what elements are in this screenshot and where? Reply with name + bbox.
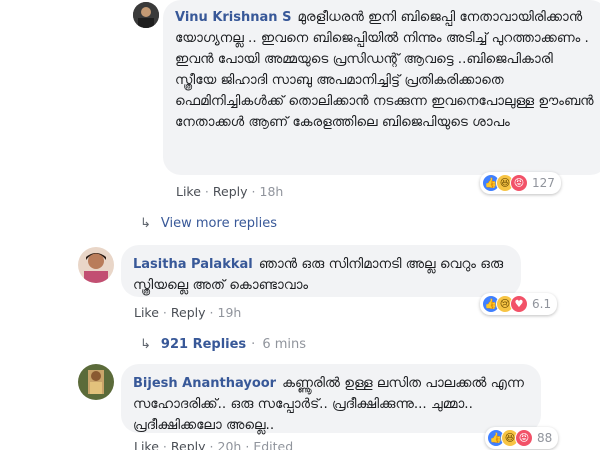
reply-link[interactable]: Reply — [171, 305, 206, 320]
separator: · — [245, 439, 250, 450]
comment-bubble: Vinu Krishnan S മുരളീധരൻ ഇനി ബിജെപ്പി നേത… — [163, 0, 600, 175]
angry-icon: 😡 — [515, 429, 533, 447]
comment-author[interactable]: Bijesh Ananthayoor — [133, 376, 276, 391]
reaction-count: 127 — [532, 176, 555, 190]
comment-author[interactable]: Vinu Krishnan S — [175, 10, 291, 25]
avatar[interactable] — [78, 364, 114, 400]
love-icon: ♥ — [510, 295, 528, 313]
edited-label[interactable]: Edited — [253, 439, 293, 450]
reply-arrow-icon: ↳ — [140, 216, 151, 231]
reaction-count: 88 — [537, 431, 553, 445]
comment-time[interactable]: 19h — [218, 305, 242, 320]
avatar[interactable] — [133, 2, 159, 28]
reaction-summary[interactable]: 👍 😆 😡 127 — [480, 172, 561, 194]
comment-actions: Like · Reply · 19h — [134, 305, 241, 320]
separator: · — [204, 184, 209, 199]
like-link[interactable]: Like — [134, 439, 159, 450]
comment-actions: Like · Reply · 20h · Edited — [134, 439, 293, 450]
view-more-label: View more replies — [160, 216, 277, 231]
avatar-photo — [78, 247, 114, 283]
separator: · — [162, 439, 167, 450]
view-more-replies[interactable]: ↳ View more replies — [140, 216, 277, 231]
replies-time: 6 mins — [262, 337, 307, 352]
reply-link[interactable]: Reply — [171, 439, 206, 450]
reply-arrow-icon: ↳ — [140, 337, 151, 352]
separator: · — [209, 305, 214, 320]
separator: · — [251, 184, 256, 199]
like-link[interactable]: Like — [176, 184, 201, 199]
comment-text: Lasitha Palakkal ഞാൻ ഒരു സിനിമാനടി അല്ല വ… — [133, 256, 503, 293]
separator: · — [209, 439, 214, 450]
avatar[interactable] — [78, 247, 114, 283]
angry-icon: 😡 — [510, 174, 528, 192]
reply-link[interactable]: Reply — [213, 184, 248, 199]
avatar-photo — [78, 364, 114, 400]
separator: · — [251, 337, 256, 352]
avatar-photo — [133, 2, 159, 28]
comment-text: Vinu Krishnan S മുരളീധരൻ ഇനി ബിജെപ്പി നേത… — [175, 9, 594, 130]
comment-body: മുരളീധരൻ ഇനി ബിജെപ്പി നേതാവായിരിക്കാൻ യോ… — [175, 9, 594, 130]
comment-time[interactable]: 18h — [260, 184, 284, 199]
like-link[interactable]: Like — [134, 305, 159, 320]
comment-text: Bijesh Ananthayoor കണ്ണൂരിൽ ഉള്ള ലസിത പാല… — [133, 375, 524, 433]
comment-time[interactable]: 20h — [218, 439, 242, 450]
comment-actions: Like · Reply · 18h — [176, 184, 283, 199]
separator: · — [162, 305, 167, 320]
comment-thread: Vinu Krishnan S മുരളീധരൻ ഇനി ബിജെപ്പി നേത… — [0, 0, 600, 450]
comment-bubble: Bijesh Ananthayoor കണ്ണൂരിൽ ഉള്ള ലസിത പാല… — [121, 364, 541, 433]
reaction-summary[interactable]: 👍 😢 ♥ 6.1 — [480, 293, 558, 315]
comment-bubble: Lasitha Palakkal ഞാൻ ഒരു സിനിമാനടി അല്ല വ… — [121, 245, 521, 297]
replies-count: 921 Replies — [160, 337, 247, 352]
comment-author[interactable]: Lasitha Palakkal — [133, 257, 253, 272]
reaction-summary[interactable]: 👍 😆 😡 88 — [485, 427, 559, 449]
reaction-count: 6.1 — [532, 297, 552, 311]
replies-link[interactable]: ↳ 921 Replies · 6 mins — [140, 337, 306, 352]
